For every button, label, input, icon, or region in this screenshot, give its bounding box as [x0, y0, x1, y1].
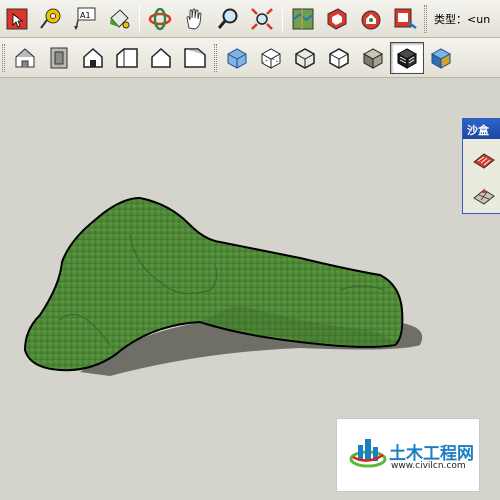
paint-bucket-button[interactable] [102, 3, 136, 35]
orbit-icon [148, 7, 172, 30]
wireframe-button[interactable] [288, 42, 322, 74]
monochrome-button[interactable] [424, 42, 458, 74]
toolbar-grip[interactable] [214, 43, 217, 72]
sandbox-toolbar-title[interactable]: 沙盒 [463, 119, 500, 139]
zoom-button[interactable] [211, 3, 245, 35]
type-label: 类型：<un [434, 12, 491, 26]
front-view-button[interactable] [76, 42, 110, 74]
views-styles-toolbar [0, 38, 500, 78]
back-edges-button[interactable] [254, 42, 288, 74]
shaded-textures-button[interactable] [390, 41, 424, 74]
pan-icon [186, 8, 202, 29]
add-location-button[interactable] [286, 3, 320, 35]
zoom-extents-button[interactable] [245, 3, 279, 35]
toolbar-grip[interactable] [2, 43, 5, 72]
hidden-line-icon [329, 47, 349, 69]
text-tool-button[interactable]: A1 [68, 3, 102, 35]
sandbox-from-scratch-icon [473, 188, 495, 205]
right-view-icon [116, 47, 138, 68]
orbit-button[interactable] [143, 3, 177, 35]
iso-view-icon [15, 47, 35, 67]
back-view-button[interactable] [144, 42, 178, 74]
left-view-button[interactable] [178, 42, 212, 74]
watermark-url: www.civilcn.com [391, 461, 466, 471]
hidden-line-button[interactable] [322, 42, 356, 74]
top-view-icon [50, 47, 68, 68]
zoom-extents-icon [251, 7, 273, 30]
share-model-button[interactable] [354, 3, 388, 35]
front-view-icon [83, 47, 103, 68]
toolbar-grip[interactable] [424, 4, 427, 33]
toolbar-separator [282, 4, 283, 33]
shaded-textures-icon [396, 47, 418, 69]
sandbox-toolbar: 沙盒 [462, 118, 500, 214]
select-icon [6, 8, 28, 29]
main-toolbar: A1 类型：<un [0, 0, 500, 38]
svg-text:A1: A1 [80, 11, 91, 20]
sandbox-from-scratch-button[interactable] [469, 181, 499, 211]
tape-measure-icon [40, 8, 61, 29]
wireframe-icon [295, 47, 315, 69]
share-model-icon [361, 10, 381, 29]
paint-bucket-icon [110, 8, 130, 28]
shaded-button[interactable] [356, 42, 390, 74]
xray-button[interactable] [220, 42, 254, 74]
right-view-button[interactable] [110, 42, 144, 74]
left-view-icon [184, 47, 206, 68]
xray-icon [227, 47, 247, 69]
iso-view-button[interactable] [8, 42, 42, 74]
text-tool-icon: A1 [74, 7, 96, 30]
get-models-icon [327, 7, 347, 30]
add-location-icon [292, 8, 314, 29]
zoom-icon [217, 8, 238, 29]
pan-button[interactable] [177, 3, 211, 35]
toolbar-separator [139, 4, 140, 33]
civilcn-logo-icon [349, 439, 387, 468]
get-models-button[interactable] [320, 3, 354, 35]
select-button[interactable] [0, 3, 34, 35]
back-view-icon [151, 47, 171, 68]
tape-measure-button[interactable] [34, 3, 68, 35]
send-to-layout-icon [394, 8, 417, 29]
monochrome-icon [430, 47, 452, 69]
back-edges-icon [261, 47, 281, 69]
sandbox-from-contours-icon [473, 153, 495, 169]
sandbox-from-contours-button[interactable] [469, 145, 499, 175]
send-to-layout-button[interactable] [388, 3, 422, 35]
shaded-icon [362, 47, 384, 69]
top-view-button[interactable] [42, 42, 76, 74]
watermark-logo: 土木工程网 www.civilcn.com [336, 418, 480, 492]
